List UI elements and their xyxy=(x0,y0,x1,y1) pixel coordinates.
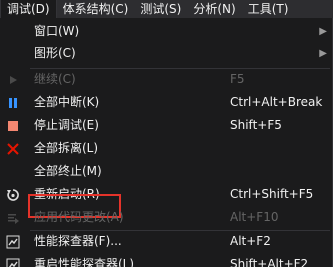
profiler-icon xyxy=(6,258,20,267)
menu-item-terminate-all[interactable]: 全部终止(M) xyxy=(0,160,333,183)
pause-icon xyxy=(6,96,20,110)
submenu-arrow-icon: ▶ xyxy=(319,48,327,59)
play-icon xyxy=(6,73,20,87)
menu-item-shortcut: Shift+Alt+F2 xyxy=(230,257,309,267)
menu-debug[interactable]: 调试(D) xyxy=(0,0,57,18)
stop-icon xyxy=(6,119,20,133)
menu-item-label: 性能探查器(F)... xyxy=(34,234,122,248)
menu-item-relaunch-profiler[interactable]: 重启性能探查器(L) Shift+Alt+F2 xyxy=(0,253,333,267)
menu-item-graphics[interactable]: 图形(C) ▶ xyxy=(0,42,333,65)
menu-item-label: 继续(C) xyxy=(34,72,76,86)
menu-item-shortcut: Alt+F10 xyxy=(230,210,279,224)
menu-tools[interactable]: 工具(T) xyxy=(242,0,295,18)
menu-item-label: 应用代码更改(A) xyxy=(34,210,124,224)
close-icon xyxy=(6,142,20,156)
menu-item-label: 窗口(W) xyxy=(34,24,80,38)
profiler-icon xyxy=(6,235,20,249)
menu-analyze[interactable]: 分析(N) xyxy=(187,0,241,18)
menu-test[interactable]: 测试(S) xyxy=(134,0,187,18)
menu-item-label: 重启性能探查器(L) xyxy=(34,257,135,267)
menu-item-windows[interactable]: 窗口(W) ▶ xyxy=(0,20,333,43)
menu-item-break-all[interactable]: 全部中断(K) Ctrl+Alt+Break xyxy=(0,91,333,114)
menu-architecture[interactable]: 体系结构(C) xyxy=(57,0,135,18)
menu-item-detach-all[interactable]: 全部拆离(L) xyxy=(0,137,333,160)
menu-item-label: 图形(C) xyxy=(34,46,76,60)
menu-bar: 调试(D) 体系结构(C) 测试(S) 分析(N) 工具(T) xyxy=(0,0,333,18)
menu-item-shortcut: F5 xyxy=(230,72,245,86)
debug-menu-dropdown: 窗口(W) ▶ 图形(C) ▶ 继续(C) F5 全部中断(K) Ctrl+Al… xyxy=(0,18,333,267)
menu-item-label: 全部终止(M) xyxy=(34,164,102,178)
menu-item-performance-profiler[interactable]: 性能探查器(F)... Alt+F2 xyxy=(0,230,333,253)
restart-icon xyxy=(6,188,20,202)
menu-item-shortcut: Ctrl+Shift+F5 xyxy=(230,187,314,201)
menu-item-shortcut: Ctrl+Alt+Break xyxy=(230,95,323,109)
menu-item-shortcut: Shift+F5 xyxy=(230,118,282,132)
menu-item-label: 全部中断(K) xyxy=(34,95,100,109)
menu-item-continue[interactable]: 继续(C) F5 xyxy=(0,68,333,91)
menu-item-label: 停止调试(E) xyxy=(34,118,99,132)
apply-code-changes-icon xyxy=(6,211,20,225)
menu-item-stop-debugging[interactable]: 停止调试(E) Shift+F5 xyxy=(0,114,333,137)
submenu-arrow-icon: ▶ xyxy=(319,26,327,37)
menu-item-label: 全部拆离(L) xyxy=(34,141,99,155)
menu-item-apply-code-changes[interactable]: 应用代码更改(A) Alt+F10 xyxy=(0,206,333,229)
app-root: 调试(D) 体系结构(C) 测试(S) 分析(N) 工具(T) 窗口(W) ▶ … xyxy=(0,0,333,267)
menu-item-shortcut: Alt+F2 xyxy=(230,234,271,248)
